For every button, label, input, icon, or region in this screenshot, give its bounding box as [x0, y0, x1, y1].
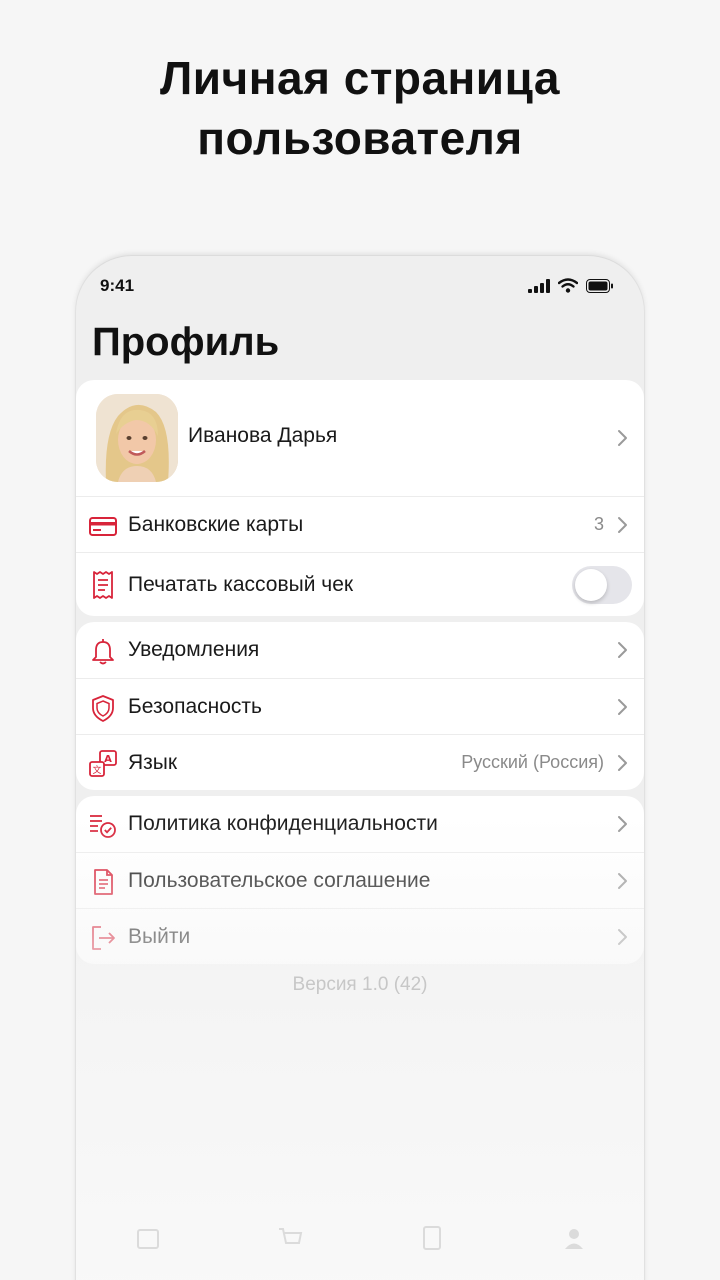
language-value: Русский (Россия): [461, 752, 604, 772]
status-time: 9:41: [100, 276, 135, 295]
bank-cards-row[interactable]: Банковские карты 3: [76, 496, 644, 552]
chevron-right-icon: [618, 816, 627, 832]
notifications-row[interactable]: Уведомления: [76, 622, 644, 678]
privacy-row[interactable]: Политика конфиденциальности: [76, 796, 644, 852]
chevron-right-icon: [618, 929, 627, 945]
chevron-right-icon: [618, 873, 627, 889]
receipt-toggle[interactable]: [572, 566, 632, 604]
wifi-icon: [558, 278, 578, 293]
receipt-label: Печатать кассовый чек: [128, 572, 354, 596]
document-icon: [94, 869, 113, 895]
receipt-row: Печатать кассовый чек: [76, 552, 644, 616]
translate-icon: A 文: [89, 750, 117, 777]
notifications-label: Уведомления: [128, 638, 260, 661]
profile-row[interactable]: Иванова Дарья: [76, 380, 644, 496]
battery-icon: [586, 278, 613, 293]
chevron-right-icon: [618, 430, 627, 446]
chevron-right-icon: [618, 699, 627, 715]
logout-icon: [92, 926, 115, 950]
receipt-icon: [93, 571, 113, 599]
chevron-right-icon: [618, 755, 627, 771]
tab-cart-icon[interactable]: [276, 1224, 304, 1252]
svg-text:文: 文: [92, 764, 101, 776]
svg-text:A: A: [104, 754, 112, 765]
chevron-right-icon: [618, 517, 627, 533]
privacy-label: Политика конфиденциальности: [128, 812, 438, 835]
tab-profile-icon[interactable]: [560, 1224, 588, 1252]
tab-orders-icon[interactable]: [418, 1224, 446, 1252]
logout-label: Выйти: [128, 924, 191, 948]
bank-cards-count: 3: [593, 514, 604, 534]
legal-card: Политика конфиденциальности Пользователь…: [76, 796, 644, 964]
shield-icon: [92, 695, 114, 722]
settings-card: Уведомления Безопасность A 文 Язык Русски…: [76, 622, 644, 790]
toggle-knob: [575, 569, 607, 601]
page-title: Профиль: [92, 320, 280, 364]
security-label: Безопасность: [128, 694, 262, 718]
profile-name: Иванова Дарья: [188, 424, 338, 447]
credit-card-icon: [89, 517, 117, 536]
policy-icon: [90, 815, 116, 838]
security-row[interactable]: Безопасность: [76, 678, 644, 734]
chevron-right-icon: [618, 642, 627, 658]
promo-headline-line1: Личная страница: [159, 52, 561, 104]
promo-headline: Личная страница пользователя: [0, 48, 720, 168]
avatar: [96, 394, 178, 482]
bell-icon: [92, 639, 114, 665]
profile-card: Иванова Дарья Банковские карты 3 Печатат…: [76, 380, 644, 616]
phone-frame: 9:41 Профиль Иванова Дарья Банковские ка…: [76, 256, 644, 1280]
language-label: Язык: [128, 750, 178, 774]
app-version: Версия 1.0 (42): [292, 974, 428, 995]
status-bar: 9:41: [76, 256, 644, 316]
tab-catalog-icon[interactable]: [134, 1224, 162, 1252]
logout-row[interactable]: Выйти: [76, 908, 644, 964]
agreement-row[interactable]: Пользовательское соглашение: [76, 852, 644, 908]
cellular-signal-icon: [528, 278, 550, 293]
promo-headline-line2: пользователя: [197, 112, 523, 164]
bank-cards-label: Банковские карты: [128, 512, 304, 536]
language-row[interactable]: A 文 Язык Русский (Россия): [76, 734, 644, 790]
status-icons: [528, 278, 614, 293]
tab-bar: [76, 1216, 644, 1276]
agreement-label: Пользовательское соглашение: [128, 868, 431, 892]
